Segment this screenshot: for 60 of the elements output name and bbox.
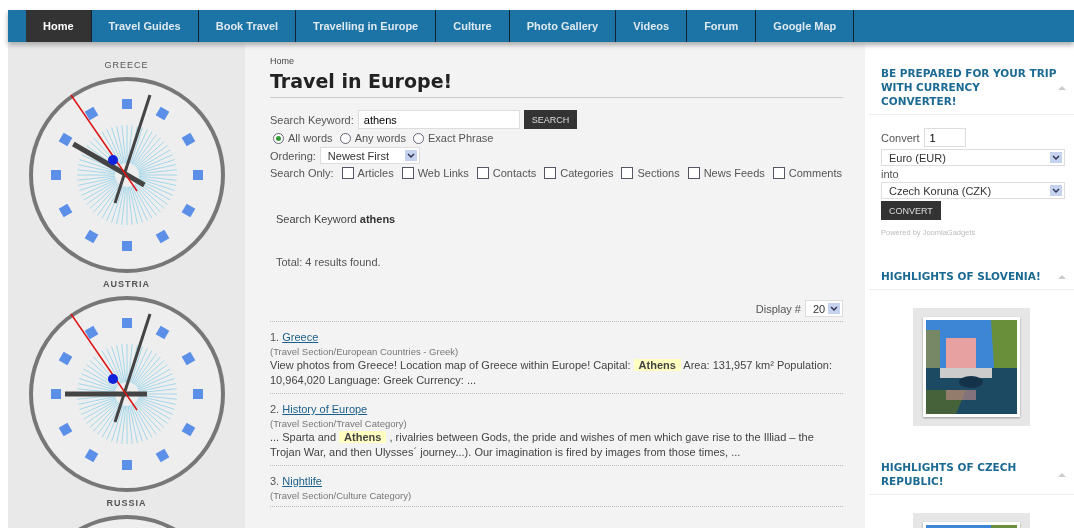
checkbox[interactable]: [476, 167, 489, 179]
checkbox[interactable]: [401, 167, 414, 179]
search-summary: Search Keyword athens: [276, 213, 397, 225]
result-number: 2.: [270, 403, 281, 415]
nav-tab[interactable]: Home: [26, 10, 92, 42]
dropdown-arrow-icon[interactable]: [828, 303, 840, 314]
radio-button[interactable]: [273, 132, 284, 144]
result-number: 3.: [270, 475, 281, 487]
checkbox-label: Contacts: [492, 167, 537, 179]
search-button[interactable]: SEARCH: [523, 110, 578, 129]
field-label: Ordering:: [270, 149, 316, 162]
checkbox-label: Categories: [560, 167, 614, 179]
currency-select[interactable]: Euro (EUR): [881, 149, 1065, 166]
result-number: 1.: [270, 331, 281, 343]
field-label: Display #: [755, 302, 801, 315]
dropdown-arrow-icon[interactable]: [1050, 152, 1062, 163]
dropdown-arrow-icon[interactable]: [1050, 185, 1062, 196]
dropdown-arrow-icon[interactable]: [404, 150, 417, 161]
results-total: Total: 4 results found.: [276, 256, 382, 268]
radio-button[interactable]: [413, 132, 424, 144]
checkbox[interactable]: [621, 167, 634, 179]
panel-title: BE PREPARED FOR YOUR TRIP WITH CURRENCY CONVERTER!: [881, 66, 1058, 108]
checkbox[interactable]: [772, 167, 785, 179]
result-link[interactable]: Nightlife: [282, 475, 322, 487]
result-category: (Travel Section/Travel Category): [270, 418, 408, 429]
checkbox[interactable]: [341, 167, 354, 179]
convert-button[interactable]: CONVERT: [881, 201, 941, 220]
checkbox-label: Web Links: [417, 167, 469, 179]
checkbox-label: Comments: [788, 167, 842, 179]
checkbox-label: Sections: [637, 167, 680, 179]
result-category: (Travel Section/Culture Category): [270, 490, 413, 501]
result-category: (Travel Section/European Countries - Greek): [270, 346, 460, 357]
panel-title: HIGHLIGHTS OF CZECH REPUBLIC!: [881, 460, 1018, 488]
result-snippet: ... Sparta and Athens , rivalries between Gods, the pride and wishes of men which gave rise to the Illiad – the Trojan War, and then Ulysses´ journey...). Our imagination is fired by images from those times, ...: [270, 430, 815, 460]
breadcrumb[interactable]: Home: [270, 56, 843, 66]
display-select[interactable]: 20: [805, 300, 843, 317]
checkbox-label: Articles: [357, 167, 394, 179]
result-link[interactable]: Greece: [282, 331, 319, 343]
result-link[interactable]: History of Europe: [282, 403, 368, 415]
field-label: Search Keyword:: [270, 113, 354, 126]
field-label: Search Only:: [270, 167, 334, 179]
search-field[interactable]: athens: [357, 110, 520, 129]
ordering-select[interactable]: Newest First: [319, 147, 420, 164]
clock-label: AUSTRIA: [103, 279, 150, 290]
checkbox[interactable]: [544, 167, 557, 179]
result-snippet: View photos from Greece! Location map of Greece within Europe! Capital: Athens Area: 131,957 km² Population: 10,964,020 Language: Greek Currency: ...: [270, 358, 833, 388]
field-label: Convert: [881, 131, 920, 144]
page-title: Travel in Europe!: [270, 70, 843, 98]
clock-label: GREECE: [104, 60, 149, 71]
radio-label: All words: [288, 132, 333, 144]
currency-select[interactable]: Czech Koruna (CZK): [881, 182, 1065, 199]
radio-button[interactable]: [339, 132, 351, 144]
radio-label: Any words: [354, 132, 406, 144]
panel-title: HIGHLIGHTS OF SLOVENIA!: [881, 269, 1041, 283]
checkbox-label: News Feeds: [703, 167, 765, 179]
clock-label: RUSSIA: [106, 498, 147, 509]
radio-label: Exact Phrase: [428, 132, 494, 144]
amount-field[interactable]: 1: [923, 128, 966, 147]
field-label: into: [881, 168, 900, 180]
checkbox[interactable]: [687, 167, 700, 179]
